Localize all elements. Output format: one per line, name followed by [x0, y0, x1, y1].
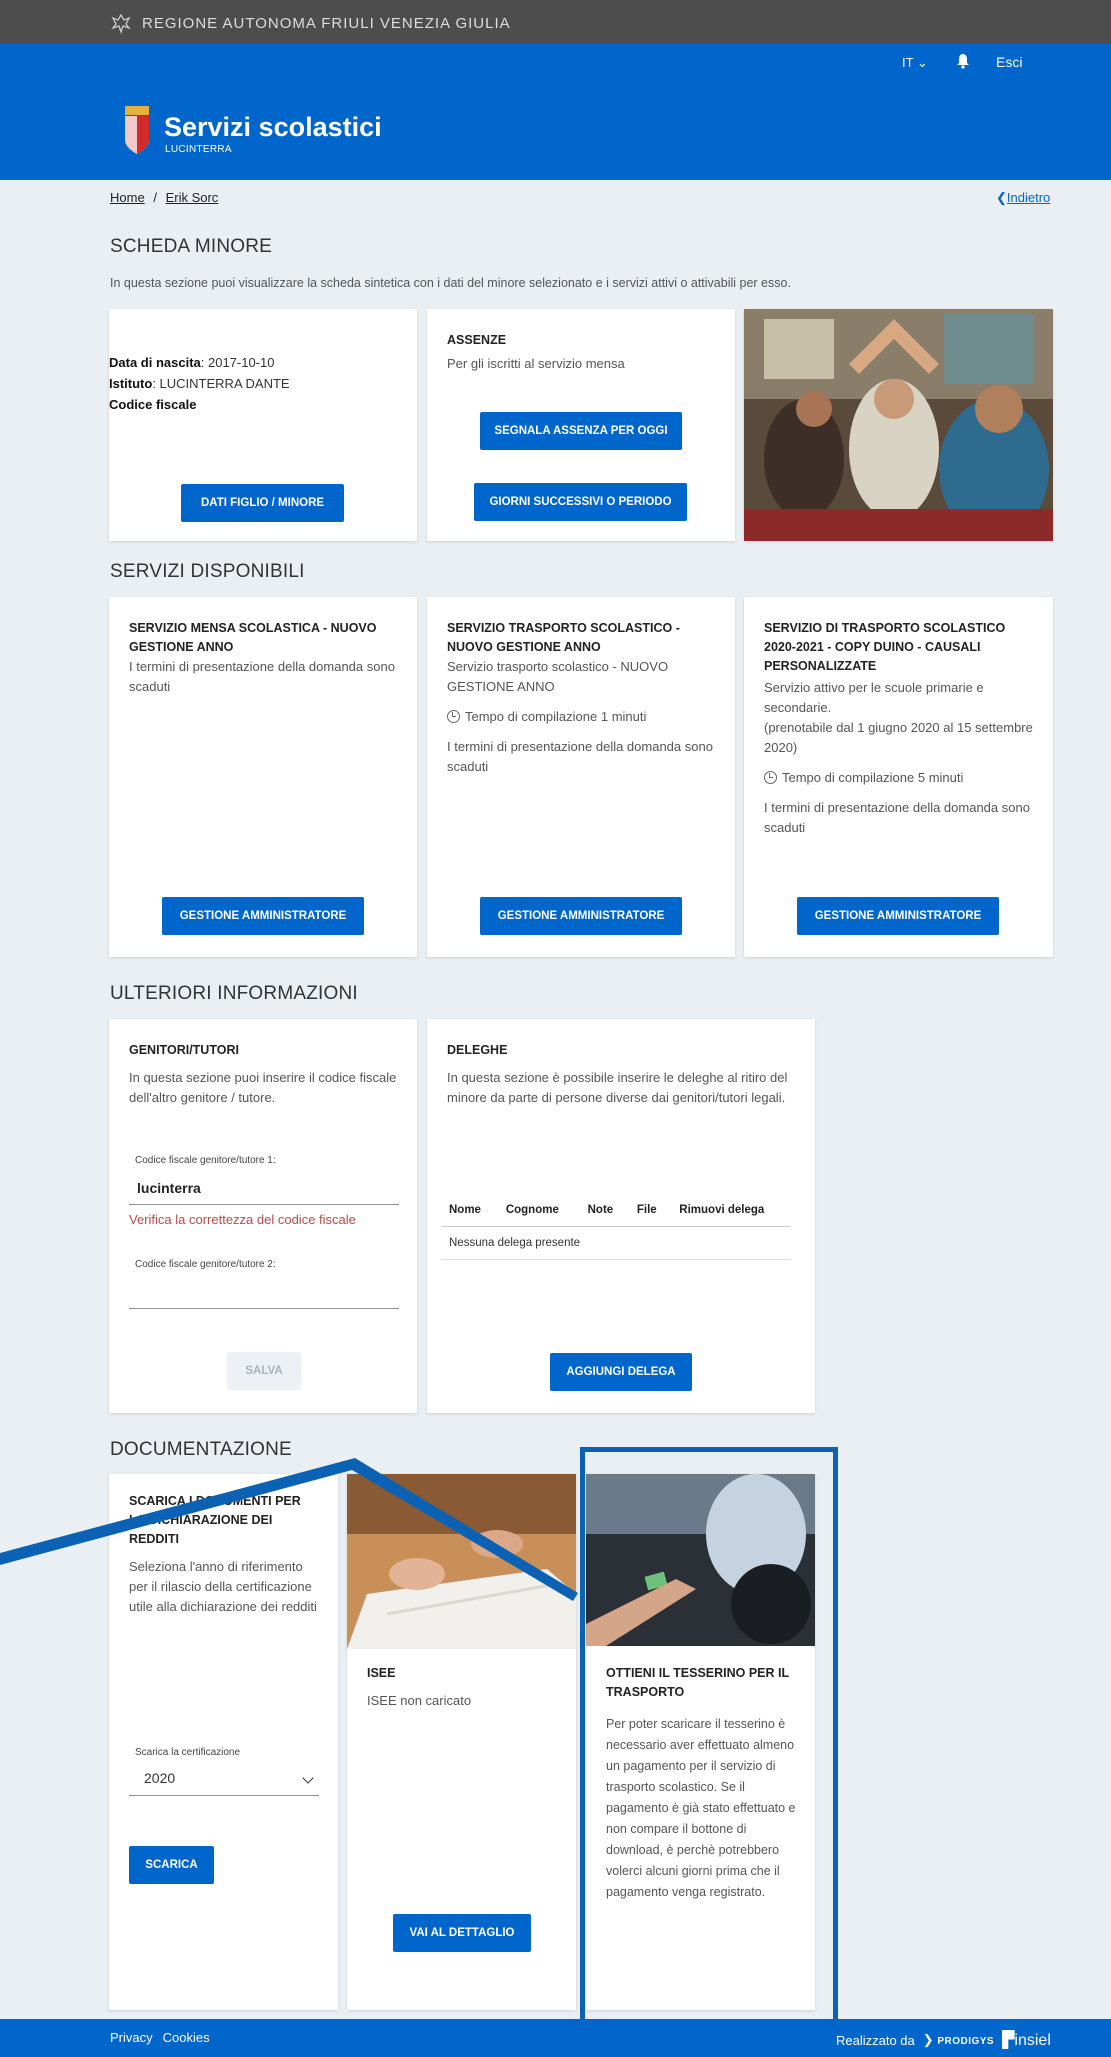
parents-desc: In questa sezione puoi inserire il codic… — [129, 1070, 397, 1105]
parents-title: GENITORI/TUTORI — [129, 1043, 239, 1057]
region-name[interactable]: REGIONE AUTONOMA FRIULI VENEZIA GIULIA — [142, 15, 511, 32]
language-selector[interactable]: IT ⌄ — [902, 55, 928, 71]
column-header: Cognome — [497, 1194, 580, 1227]
service-desc: I termini di presentazione della domanda… — [129, 659, 395, 694]
absences-desc: Per gli iscritti al servizio mensa — [447, 356, 625, 371]
breadcrumb-separator: / — [153, 190, 157, 205]
highlight-frame — [580, 1447, 838, 2031]
fiscal-code: Codice fiscale — [109, 397, 197, 412]
empty-delegations: Nessuna delega presente — [441, 1226, 791, 1260]
insiel-logo[interactable]: ▛insiel — [1002, 2030, 1051, 2050]
tax-documents-card: SCARICA I DOCUMENTI PER LA DICHIARAZIONE… — [109, 1474, 338, 2010]
section-scheda-desc: In questa sezione puoi visualizzare la s… — [110, 276, 791, 290]
breadcrumb-home[interactable]: Home — [110, 190, 145, 205]
delegations-table: Nome Cognome Note File Rimuovi delega Ne… — [441, 1194, 791, 1260]
section-scheda-title: SCHEDA MINORE — [110, 236, 273, 257]
service-card-mensa: SERVIZIO MENSA SCOLASTICA - NUOVO GESTIO… — [109, 597, 417, 957]
service-time: Tempo di compilazione 5 minuti — [764, 768, 1033, 788]
insiel-mark-icon: ▛ — [1002, 2032, 1015, 2049]
admin-management-button[interactable]: GESTIONE AMMINISTRATORE — [797, 897, 999, 935]
service-title: SERVIZIO TRASPORTO SCOLASTICO - NUOVO GE… — [447, 621, 680, 654]
isee-detail-button[interactable]: VAI AL DETTAGLIO — [393, 1914, 531, 1952]
bell-icon[interactable] — [956, 53, 970, 69]
breadcrumb: Home / Erik Sorc — [110, 190, 218, 205]
isee-card: ISEE ISEE non caricato VAI AL DETTAGLIO — [347, 1474, 576, 2010]
parent1-label: Codice fiscale genitore/tutore 1: — [135, 1155, 276, 1166]
service-title: SERVIZIO DI TRASPORTO SCOLASTICO 2020-20… — [764, 621, 1006, 673]
section-documentation-title: DOCUMENTAZIONE — [110, 1439, 292, 1460]
report-absence-today-button[interactable]: SEGNALA ASSENZA PER OGGI — [480, 412, 682, 450]
isee-desc: ISEE non caricato — [367, 1693, 472, 1708]
prodigys-logo[interactable]: ❯ PRODIGYS — [923, 2032, 994, 2048]
top-navbar: IT ⌄ Esci — [0, 44, 1111, 82]
service-desc-period: (prenotabile dal 1 giugno 2020 al 15 set… — [764, 720, 1033, 755]
paperwork-image — [347, 1474, 576, 1649]
delegations-desc: In questa sezione è possibile inserire l… — [447, 1070, 788, 1105]
eagle-logo-icon — [111, 13, 131, 34]
year-select[interactable]: 2020 — [129, 1766, 319, 1796]
prodigys-mark-icon: ❯ — [922, 2032, 934, 2047]
section-further-info-title: ULTERIORI INFORMAZIONI — [110, 983, 358, 1004]
isee-title: ISEE — [367, 1666, 396, 1680]
municipality-name: LUCINTERRA — [165, 144, 232, 155]
privacy-link[interactable]: Privacy — [110, 2030, 153, 2045]
service-desc: Servizio trasporto scolastico - NUOVO GE… — [447, 659, 669, 694]
cookies-link[interactable]: Cookies — [163, 2030, 210, 2045]
table-row: Nessuna delega presente — [441, 1226, 791, 1260]
service-title: SERVIZIO MENSA SCOLASTICA - NUOVO GESTIO… — [129, 621, 377, 654]
made-by-label: Realizzato da — [836, 2032, 915, 2048]
municipal-crest-icon — [125, 106, 149, 154]
tax-documents-desc: Seleziona l'anno di riferimento per il r… — [129, 1559, 317, 1614]
admin-management-button[interactable]: GESTIONE AMMINISTRATORE — [162, 897, 364, 935]
service-time: Tempo di compilazione 1 minuti — [447, 707, 715, 727]
service-expired: I termini di presentazione della domanda… — [447, 739, 713, 774]
service-expired: I termini di presentazione della domanda… — [764, 800, 1030, 835]
students-photo — [744, 309, 1053, 541]
child-data-button[interactable]: DATI FIGLIO / MINORE — [181, 484, 344, 522]
column-header: Nome — [441, 1194, 498, 1227]
absences-card: ASSENZE Per gli iscritti al servizio men… — [427, 309, 735, 541]
service-card-trasporto-duino: SERVIZIO DI TRASPORTO SCOLASTICO 2020-20… — [744, 597, 1053, 957]
region-topbar: REGIONE AUTONOMA FRIULI VENEZIA GIULIA — [0, 0, 1111, 44]
table-header-row: Nome Cognome Note File Rimuovi delega — [441, 1194, 791, 1227]
birth-date: Data di nascita: 2017-10-10 — [109, 355, 275, 370]
institute: Istituto: LUCINTERRA DANTE — [109, 376, 290, 391]
section-services-title: SERVIZI DISPONIBILI — [110, 561, 305, 582]
column-header: File — [628, 1194, 672, 1227]
clock-icon — [447, 710, 460, 723]
save-button[interactable]: SALVA — [227, 1352, 301, 1390]
fiscal-code-error: Verifica la correttezza del codice fisca… — [129, 1212, 356, 1227]
app-title[interactable]: Servizi scolastici — [164, 112, 382, 143]
students-high-five-image — [744, 309, 1053, 541]
child-info-card: Data di nascita: 2017-10-10 Istituto: LU… — [109, 309, 417, 541]
delegations-title: DELEGHE — [447, 1043, 508, 1057]
year-select-value: 2020 — [144, 1770, 176, 1786]
service-card-trasporto: SERVIZIO TRASPORTO SCOLASTICO - NUOVO GE… — [427, 597, 735, 957]
absences-title: ASSENZE — [447, 333, 507, 347]
parents-card: GENITORI/TUTORI In questa sezione puoi i… — [109, 1019, 417, 1413]
tax-documents-title: SCARICA I DOCUMENTI PER LA DICHIARAZIONE… — [129, 1494, 301, 1546]
parent1-fiscal-code-input[interactable]: lucinterra — [129, 1175, 399, 1205]
admin-management-button[interactable]: GESTIONE AMMINISTRATORE — [480, 897, 682, 935]
site-header: Servizi scolastici LUCINTERRA — [0, 82, 1111, 180]
add-delegation-button[interactable]: AGGIUNGI DELEGA — [550, 1353, 692, 1391]
chevron-down-icon — [302, 1772, 314, 1784]
back-link[interactable]: ❮Indietro — [996, 190, 1050, 206]
breadcrumb-current[interactable]: Erik Sorc — [166, 190, 219, 205]
service-desc: Servizio attivo per le scuole primarie e… — [764, 680, 984, 715]
parent2-label: Codice fiscale genitore/tutore 2: — [135, 1259, 276, 1270]
column-header: Rimuovi delega — [671, 1194, 791, 1227]
delegations-card: DELEGHE In questa sezione è possibile in… — [427, 1019, 815, 1413]
column-header: Note — [579, 1194, 629, 1227]
absence-period-button[interactable]: GIORNI SUCCESSIVI O PERIODO — [474, 483, 687, 521]
clock-icon — [764, 771, 777, 784]
certification-label: Scarica la certificazione — [135, 1747, 241, 1758]
site-footer: Privacy Cookies Realizzato da ❯ PRODIGYS… — [0, 2019, 1111, 2057]
download-button[interactable]: SCARICA — [129, 1846, 214, 1884]
parent2-fiscal-code-input[interactable] — [129, 1279, 399, 1309]
logout-link[interactable]: Esci — [996, 54, 1022, 70]
chevron-left-icon: ❮ — [996, 190, 1007, 205]
